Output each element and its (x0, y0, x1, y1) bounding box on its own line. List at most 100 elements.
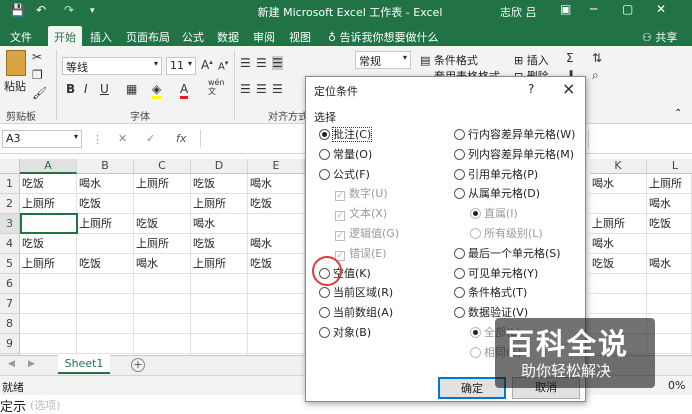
column-header[interactable]: L (647, 159, 692, 174)
row-header[interactable]: 5 (0, 254, 20, 274)
grid-cell[interactable]: 喝水 (134, 254, 191, 274)
ribbon-display-icon[interactable]: ▣ (560, 2, 571, 16)
grid-cell[interactable]: 吃饭 (20, 174, 77, 194)
grid-cell[interactable]: 上厕所 (191, 254, 248, 274)
grid-cell[interactable]: 上厕所 (77, 214, 134, 234)
grid-cell[interactable] (20, 294, 77, 314)
name-box[interactable]: A3 ▾ (2, 130, 82, 148)
grid-cell[interactable] (191, 274, 248, 294)
grid-cell[interactable]: 上厕所 (134, 234, 191, 254)
grid-cell[interactable] (77, 334, 134, 354)
scroll-right-icon[interactable]: ▶ (28, 359, 35, 369)
help-button[interactable]: ? (528, 82, 534, 96)
grid-cell[interactable]: 上厕所 (590, 214, 647, 234)
row-header[interactable]: 3 (0, 214, 20, 234)
cut-icon[interactable]: ✂ (32, 50, 42, 64)
column-header[interactable]: D (191, 159, 248, 174)
font-color-button[interactable]: A (180, 82, 189, 99)
formula-input[interactable] (200, 130, 304, 148)
grid-cell[interactable] (191, 314, 248, 334)
align-middle-icon[interactable]: ☰ (256, 56, 267, 70)
grid-cell[interactable]: 喝水 (590, 174, 647, 194)
grid-cell[interactable] (590, 194, 647, 214)
paste-button-label[interactable]: 粘贴 (4, 78, 26, 94)
radio-icon[interactable] (319, 287, 330, 299)
grid-cell[interactable] (590, 294, 647, 314)
row-header[interactable]: 9 (0, 334, 20, 354)
radio-icon[interactable] (454, 267, 465, 279)
column-header[interactable]: C (134, 159, 191, 174)
grid-cell[interactable]: 上厕所 (20, 254, 77, 274)
tab-data[interactable]: 数据 (211, 26, 245, 46)
add-sheet-button[interactable]: + (131, 358, 145, 372)
grid-cell[interactable]: 喝水 (590, 234, 647, 254)
grid-cell[interactable] (647, 234, 692, 254)
autosum-button[interactable]: Σ (566, 51, 574, 65)
fill-color-icon[interactable]: ◈ (152, 82, 162, 99)
radio-icon[interactable] (454, 247, 465, 259)
paste-icon[interactable] (6, 50, 26, 76)
grid-cell[interactable] (191, 294, 248, 314)
sheet-tab-sheet1[interactable]: Sheet1 (58, 355, 110, 374)
save-icon[interactable]: 💾 (10, 3, 25, 17)
close-window-icon[interactable]: ✕ (656, 2, 666, 16)
restore-icon[interactable]: ▢ (622, 2, 633, 16)
grow-font-button[interactable]: A▴ (201, 58, 213, 72)
conditional-format-button[interactable]: ▤ 条件格式 (420, 52, 478, 68)
grid-cell[interactable]: 喝水 (191, 214, 248, 234)
collapse-ribbon-icon[interactable]: ⌃ (674, 108, 682, 119)
sort-filter-icon[interactable]: ⇅ (592, 51, 602, 65)
grid-cell[interactable] (248, 214, 305, 234)
redo-icon[interactable]: ↷ (64, 3, 74, 17)
radio-icon[interactable] (454, 307, 465, 319)
grid-cell[interactable] (20, 334, 77, 354)
shrink-font-button[interactable]: A▾ (218, 59, 228, 72)
grid-cell[interactable]: 喝水 (248, 174, 305, 194)
bold-button[interactable]: B (66, 82, 75, 96)
radio-icon[interactable] (319, 129, 330, 140)
radio-icon[interactable] (454, 287, 465, 299)
align-bottom-icon[interactable]: ☰ (272, 56, 283, 70)
formula-input-right[interactable] (588, 130, 688, 148)
grid-cell[interactable]: 吃饭 (248, 254, 305, 274)
insert-cells-button[interactable]: ⊞ 插入 (514, 52, 549, 68)
scroll-left-icon[interactable]: ◀ (8, 359, 15, 369)
option-left-2[interactable]: 公式(F) (319, 167, 370, 185)
align-right-icon[interactable]: ☰ (272, 82, 283, 96)
border-icon[interactable]: ▦ (126, 82, 137, 96)
radio-icon[interactable] (454, 168, 465, 180)
grid-cell[interactable]: 吃饭 (191, 174, 248, 194)
column-header[interactable]: E (248, 159, 305, 174)
grid-cell[interactable]: 上厕所 (647, 174, 692, 194)
zoom-level[interactable]: 0% (668, 379, 685, 392)
grid-cell[interactable] (248, 294, 305, 314)
radio-icon[interactable] (454, 148, 465, 160)
radio-icon[interactable] (319, 307, 330, 319)
grid-cell[interactable] (20, 314, 77, 334)
select-all-corner[interactable] (0, 159, 20, 174)
grid-cell[interactable] (191, 334, 248, 354)
cancel-entry-icon[interactable]: ✕ (118, 132, 127, 145)
option-left-8[interactable]: 当前区域(R) (319, 285, 393, 303)
insert-function-button[interactable]: fx (176, 132, 186, 145)
option-right-6[interactable]: 最后一个单元格(S) (454, 246, 561, 264)
row-header[interactable]: 4 (0, 234, 20, 254)
grid-cell[interactable]: 喝水 (647, 254, 692, 274)
grid-cell[interactable] (77, 294, 134, 314)
italic-button[interactable]: I (84, 82, 88, 96)
column-header[interactable]: K (590, 159, 647, 174)
grid-cell[interactable] (77, 234, 134, 254)
find-icon[interactable]: ⌕ (592, 68, 599, 83)
tab-page-layout[interactable]: 页面布局 (120, 26, 176, 46)
user-name[interactable]: 志欣 吕 (500, 4, 537, 20)
radio-icon[interactable] (319, 148, 330, 160)
grid-cell[interactable] (77, 314, 134, 334)
confirm-entry-icon[interactable]: ✓ (146, 132, 155, 145)
grid-cell[interactable]: 上厕所 (191, 194, 248, 214)
option-right-7[interactable]: 可见单元格(Y) (454, 266, 538, 284)
align-left-icon[interactable]: ☰ (240, 82, 251, 96)
option-right-2[interactable]: 引用单元格(P) (454, 167, 538, 185)
grid-cell[interactable] (590, 274, 647, 294)
grid-cell[interactable] (647, 294, 692, 314)
grid-cell[interactable]: 喝水 (248, 234, 305, 254)
